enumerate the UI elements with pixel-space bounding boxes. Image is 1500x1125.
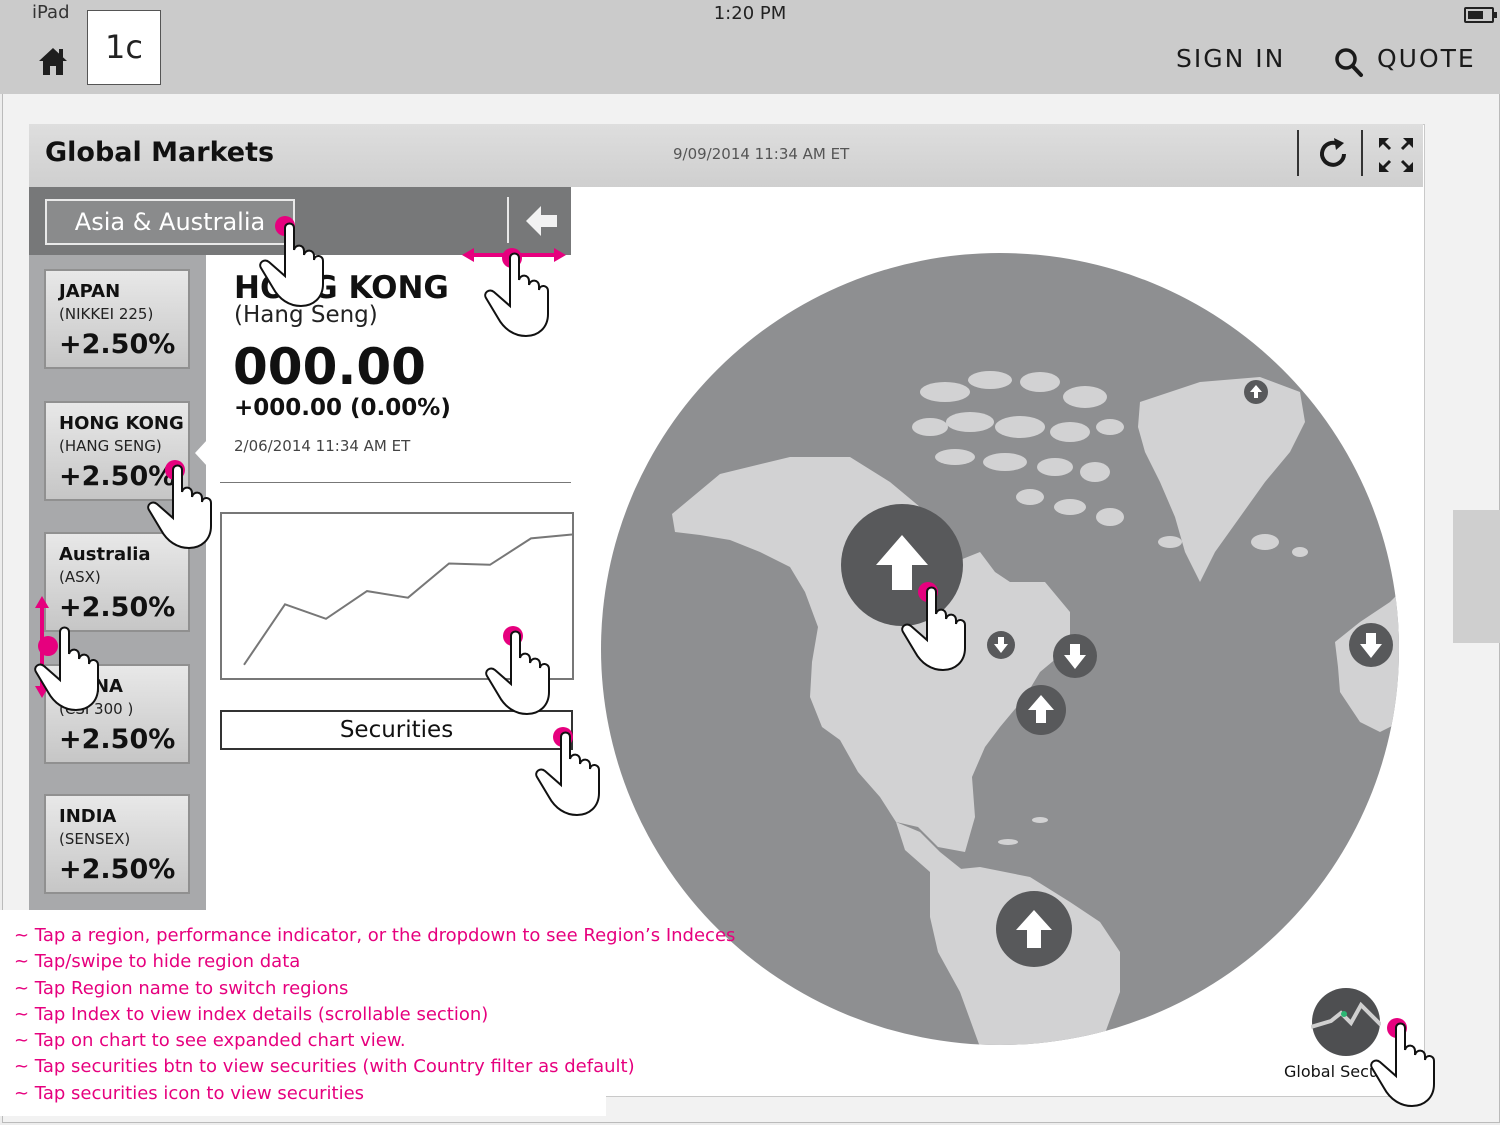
- home-icon[interactable]: [36, 44, 70, 78]
- annotation-note: ~ Tap on chart to see expanded chart vie…: [14, 1030, 406, 1052]
- detail-timestamp: 2/06/2014 11:34 AM ET: [234, 437, 411, 455]
- index-name: Australia: [59, 544, 151, 565]
- index-change: +2.50%: [59, 854, 176, 885]
- annotation-note: ~ Tap/swipe to hide region data: [14, 951, 301, 973]
- annotation-list: ~ Tap a region, performance indicator, o…: [14, 923, 735, 1107]
- index-card-hong-kong[interactable]: HONG KONG (HANG SENG) +2.50%: [44, 401, 190, 501]
- region-dropdown[interactable]: Asia & Australia: [45, 199, 295, 245]
- index-symbol: (CSI 300 ): [59, 700, 134, 718]
- detail-title: HONG KONG: [234, 270, 449, 306]
- index-symbol: (SENSEX): [59, 830, 131, 848]
- us-midwest-down-indicator: [987, 631, 1015, 659]
- screen-tag: 1c: [87, 10, 161, 85]
- annotation-note: ~ Tap securities btn to view securities …: [14, 1056, 635, 1078]
- quote-link[interactable]: QUOTE: [1377, 44, 1476, 73]
- securities-button[interactable]: Securities: [220, 710, 573, 750]
- index-card-japan[interactable]: JAPAN (NIKKEI 225) +2.50%: [44, 269, 190, 369]
- index-change: +2.50%: [59, 461, 176, 492]
- battery-icon: [1464, 7, 1497, 23]
- index-name: JAPAN: [59, 281, 121, 302]
- detail-subtitle: (Hang Seng): [234, 302, 378, 328]
- north-america-up-indicator: [841, 504, 963, 626]
- side-drawer-tab[interactable]: [1453, 510, 1500, 643]
- index-change: +2.50%: [59, 329, 176, 360]
- annotation-note: ~ Tap Region name to switch regions: [14, 977, 349, 999]
- europe-down-indicator: [1349, 623, 1393, 667]
- selected-index-pointer: [195, 440, 207, 466]
- annotation-note: ~ Tap securities icon to view securities: [14, 1082, 365, 1104]
- index-chart[interactable]: [220, 512, 574, 680]
- widget-timestamp: 9/09/2014 11:34 AM ET: [673, 145, 850, 163]
- header-divider: [1297, 130, 1299, 176]
- annotation-note: ~ Tap a region, performance indicator, o…: [14, 925, 736, 946]
- annotation-note: ~ Tap Index to view index details (scrol…: [14, 1003, 489, 1025]
- index-name: CHINA: [59, 676, 123, 697]
- global-securities-label[interactable]: Global Securities: [1284, 1062, 1384, 1081]
- index-symbol: (HANG SENG): [59, 437, 162, 455]
- region-bar-divider: [507, 197, 509, 243]
- detail-divider: [220, 482, 571, 483]
- index-card-china[interactable]: CHINA (CSI 300 ) +2.50%: [44, 664, 190, 764]
- index-symbol: (NIKKEI 225): [59, 305, 154, 323]
- index-change: +2.50%: [59, 592, 176, 623]
- search-icon[interactable]: [1334, 46, 1364, 78]
- sign-in-link[interactable]: SIGN IN: [1176, 44, 1285, 73]
- south-america-up-indicator: [996, 891, 1072, 967]
- index-name: INDIA: [59, 806, 117, 827]
- index-card-india[interactable]: INDIA (SENSEX) +2.50%: [44, 794, 190, 894]
- widget-title: Global Markets: [45, 137, 275, 168]
- global-securities-icon[interactable]: [1311, 987, 1381, 1057]
- status-time: 1:20 PM: [713, 3, 787, 24]
- index-symbol: (ASX): [59, 568, 101, 586]
- index-change: +2.50%: [59, 724, 176, 755]
- us-east-up-indicator: [1016, 685, 1066, 735]
- expand-icon[interactable]: [1376, 135, 1416, 175]
- header-divider: [1361, 130, 1363, 176]
- index-name: HONG KONG: [59, 413, 184, 434]
- detail-change: +000.00 (0.00%): [234, 395, 451, 421]
- hide-region-arrow-icon[interactable]: [524, 204, 560, 238]
- north-pole-up-indicator: [1244, 380, 1268, 404]
- detail-value: 000.00: [233, 338, 426, 396]
- refresh-icon[interactable]: [1314, 135, 1352, 173]
- index-card-australia[interactable]: Australia (ASX) +2.50%: [44, 532, 190, 632]
- us-northeast-down-indicator: [1053, 634, 1097, 678]
